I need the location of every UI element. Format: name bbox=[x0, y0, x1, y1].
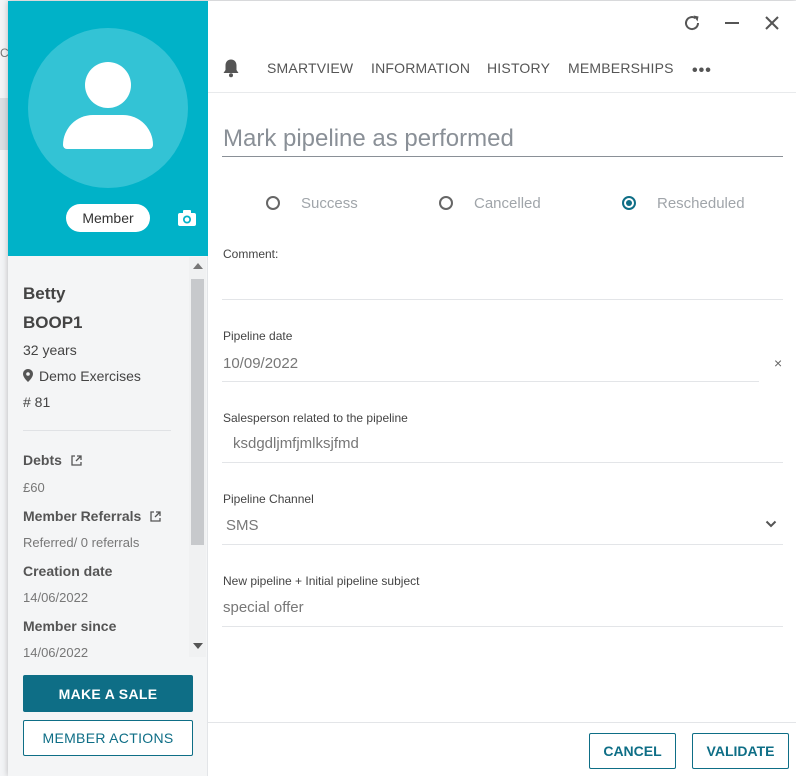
comment-label: Comment: bbox=[223, 247, 279, 261]
member-number: # 81 bbox=[23, 394, 51, 410]
member-age: 32 years bbox=[23, 342, 77, 358]
member-since-value: 14/06/2022 bbox=[23, 645, 89, 657]
validate-button[interactable]: VALIDATE bbox=[692, 733, 789, 769]
location-pin-icon bbox=[23, 369, 33, 382]
refresh-icon[interactable] bbox=[682, 13, 702, 33]
member-sidebar: Member Betty BOOP1 32 years Demo Exercis… bbox=[8, 1, 208, 776]
member-modal: Member Betty BOOP1 32 years Demo Exercis… bbox=[8, 1, 796, 776]
cancel-button[interactable]: CANCEL bbox=[589, 733, 676, 769]
make-a-sale-button[interactable]: MAKE A SALE bbox=[23, 675, 193, 712]
radio-label: Success bbox=[301, 195, 358, 212]
creation-date-value: 14/06/2022 bbox=[23, 590, 89, 605]
referrals-label-text: Member Referrals bbox=[23, 508, 142, 524]
salesperson-label: Salesperson related to the pipeline bbox=[223, 411, 408, 425]
bell-icon[interactable] bbox=[222, 58, 240, 78]
scroll-up-arrow-icon[interactable] bbox=[193, 263, 203, 269]
form-footer: CANCEL VALIDATE bbox=[208, 722, 796, 776]
title-underline bbox=[222, 156, 783, 157]
member-club-name: Demo Exercises bbox=[39, 368, 141, 384]
member-club: Demo Exercises bbox=[23, 368, 141, 384]
pipeline-channel-underline bbox=[222, 544, 783, 545]
pipeline-date-input[interactable]: 10/09/2022 bbox=[223, 355, 298, 372]
more-tabs-icon[interactable]: ••• bbox=[692, 62, 712, 80]
debts-label-text: Debts bbox=[23, 452, 62, 468]
camera-icon[interactable] bbox=[177, 209, 197, 227]
tab-bar: SMARTVIEW INFORMATION HISTORY MEMBERSHIP… bbox=[208, 51, 796, 93]
tab-memberships[interactable]: MEMBERSHIPS bbox=[568, 60, 674, 76]
pipeline-date-underline bbox=[222, 381, 759, 382]
salesperson-underline bbox=[222, 462, 783, 463]
profile-header: Member bbox=[8, 1, 208, 256]
radio-button[interactable] bbox=[439, 196, 453, 210]
clear-date-icon[interactable]: × bbox=[774, 355, 782, 371]
chevron-down-icon[interactable] bbox=[765, 520, 777, 528]
avatar-body bbox=[63, 115, 153, 149]
pipeline-channel-select[interactable]: SMS bbox=[226, 517, 259, 534]
pipeline-channel-label: Pipeline Channel bbox=[223, 492, 314, 506]
comment-underline bbox=[222, 299, 783, 300]
salesperson-input[interactable]: ksdgdljmfjmlksjfmd bbox=[233, 435, 359, 452]
pipeline-subject-label: New pipeline + Initial pipeline subject bbox=[223, 574, 420, 588]
debts-label[interactable]: Debts bbox=[23, 452, 82, 468]
member-actions-button[interactable]: MEMBER ACTIONS bbox=[23, 720, 193, 756]
radio-label: Cancelled bbox=[474, 195, 541, 212]
member-type-badge: Member bbox=[66, 204, 150, 232]
tab-information[interactable]: INFORMATION bbox=[371, 60, 470, 76]
radio-label: Rescheduled bbox=[657, 195, 745, 212]
radio-button[interactable] bbox=[266, 196, 280, 210]
creation-date-label: Creation date bbox=[23, 563, 113, 579]
referrals-value: Referred/ 0 referrals bbox=[23, 535, 140, 550]
scroll-down-arrow-icon[interactable] bbox=[193, 643, 203, 649]
tab-smartview[interactable]: SMARTVIEW bbox=[267, 60, 353, 76]
member-last-name: BOOP1 bbox=[23, 313, 83, 332]
external-link-icon[interactable] bbox=[150, 511, 161, 522]
info-divider bbox=[23, 430, 171, 431]
avatar-head bbox=[85, 62, 131, 108]
member-since-label: Member since bbox=[23, 618, 117, 634]
debts-value: £60 bbox=[23, 480, 45, 495]
form-title: Mark pipeline as performed bbox=[223, 125, 514, 152]
pipeline-subject-input[interactable]: special offer bbox=[223, 599, 304, 616]
radio-button-selected[interactable] bbox=[622, 196, 636, 210]
avatar[interactable] bbox=[28, 28, 188, 188]
info-scrollbar[interactable] bbox=[189, 257, 206, 657]
external-link-icon[interactable] bbox=[71, 455, 82, 466]
referrals-label[interactable]: Member Referrals bbox=[23, 508, 161, 524]
member-first-name: Betty bbox=[23, 284, 66, 303]
main-panel: SMARTVIEW INFORMATION HISTORY MEMBERSHIP… bbox=[208, 1, 796, 776]
tab-history[interactable]: HISTORY bbox=[487, 60, 550, 76]
minimize-icon[interactable] bbox=[722, 13, 742, 33]
member-info-panel: Betty BOOP1 32 years Demo Exercises # 81… bbox=[8, 257, 208, 657]
pipeline-date-label: Pipeline date bbox=[223, 329, 293, 343]
scrollbar-thumb[interactable] bbox=[191, 279, 204, 545]
pipeline-subject-underline bbox=[222, 626, 783, 627]
close-icon[interactable] bbox=[762, 13, 782, 33]
